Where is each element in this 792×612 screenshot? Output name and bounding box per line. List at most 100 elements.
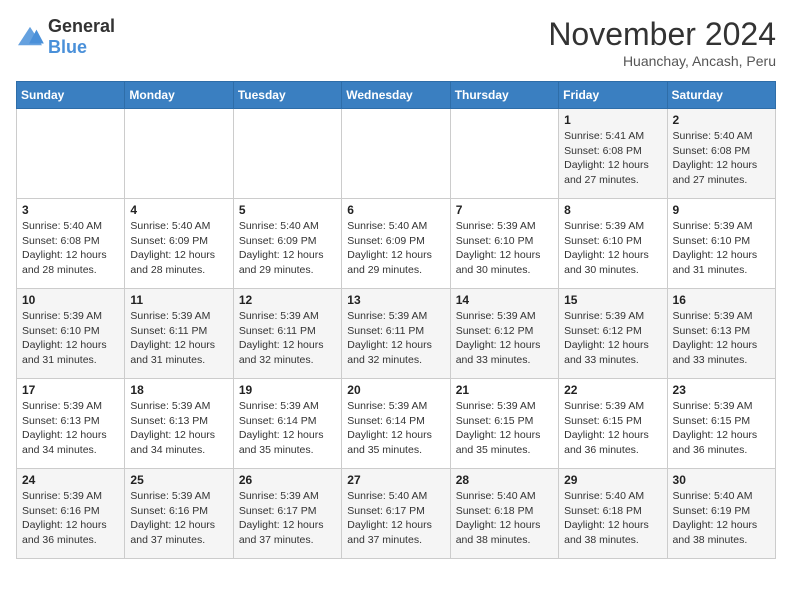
calendar-cell: 29 Sunrise: 5:40 AMSunset: 6:18 PMDayligh… — [559, 469, 667, 559]
day-number: 20 — [347, 383, 444, 397]
day-info: Sunrise: 5:40 AMSunset: 6:09 PMDaylight:… — [347, 219, 444, 278]
day-info: Sunrise: 5:39 AMSunset: 6:11 PMDaylight:… — [130, 309, 227, 368]
calendar-cell: 14 Sunrise: 5:39 AMSunset: 6:12 PMDayligh… — [450, 289, 558, 379]
day-info: Sunrise: 5:39 AMSunset: 6:15 PMDaylight:… — [673, 399, 770, 458]
calendar-cell: 25 Sunrise: 5:39 AMSunset: 6:16 PMDayligh… — [125, 469, 233, 559]
calendar-cell: 3Sunrise: 5:40 AMSunset: 6:08 PMDaylight… — [17, 199, 125, 289]
day-info: Sunrise: 5:40 AMSunset: 6:19 PMDaylight:… — [673, 489, 770, 548]
calendar-cell: 20 Sunrise: 5:39 AMSunset: 6:14 PMDayligh… — [342, 379, 450, 469]
day-info: Sunrise: 5:39 AMSunset: 6:13 PMDaylight:… — [673, 309, 770, 368]
location: Huanchay, Ancash, Peru — [548, 53, 776, 69]
day-number: 24 — [22, 473, 119, 487]
day-number: 7 — [456, 203, 553, 217]
week-row-3: 10 Sunrise: 5:39 AMSunset: 6:10 PMDayligh… — [17, 289, 776, 379]
calendar-cell: 6Sunrise: 5:40 AMSunset: 6:09 PMDaylight… — [342, 199, 450, 289]
dow-header-tuesday: Tuesday — [233, 82, 341, 109]
calendar-cell: 15Sunrise: 5:39 AMSunset: 6:12 PMDayligh… — [559, 289, 667, 379]
calendar-cell: 5 Sunrise: 5:40 AMSunset: 6:09 PMDaylight… — [233, 199, 341, 289]
day-info: Sunrise: 5:40 AMSunset: 6:08 PMDaylight:… — [673, 129, 770, 188]
calendar-cell: 1Sunrise: 5:41 AMSunset: 6:08 PMDaylight… — [559, 109, 667, 199]
dow-header-wednesday: Wednesday — [342, 82, 450, 109]
day-info: Sunrise: 5:40 AMSunset: 6:18 PMDaylight:… — [564, 489, 661, 548]
day-number: 12 — [239, 293, 336, 307]
title-block: November 2024 Huanchay, Ancash, Peru — [548, 16, 776, 69]
dow-header-sunday: Sunday — [17, 82, 125, 109]
calendar-cell: 16 Sunrise: 5:39 AMSunset: 6:13 PMDayligh… — [667, 289, 775, 379]
calendar-cell: 9Sunrise: 5:39 AMSunset: 6:10 PMDaylight… — [667, 199, 775, 289]
day-info: Sunrise: 5:39 AMSunset: 6:16 PMDaylight:… — [130, 489, 227, 548]
day-number: 16 — [673, 293, 770, 307]
day-number: 18 — [130, 383, 227, 397]
day-number: 28 — [456, 473, 553, 487]
calendar-cell: 7Sunrise: 5:39 AMSunset: 6:10 PMDaylight… — [450, 199, 558, 289]
day-number: 25 — [130, 473, 227, 487]
calendar-cell: 24 Sunrise: 5:39 AMSunset: 6:16 PMDayligh… — [17, 469, 125, 559]
calendar-cell: 19 Sunrise: 5:39 AMSunset: 6:14 PMDayligh… — [233, 379, 341, 469]
day-info: Sunrise: 5:40 AMSunset: 6:08 PMDaylight:… — [22, 219, 119, 278]
day-number: 10 — [22, 293, 119, 307]
day-info: Sunrise: 5:39 AMSunset: 6:11 PMDaylight:… — [347, 309, 444, 368]
day-info: Sunrise: 5:39 AMSunset: 6:17 PMDaylight:… — [239, 489, 336, 548]
dow-header-monday: Monday — [125, 82, 233, 109]
day-info: Sunrise: 5:40 AMSunset: 6:09 PMDaylight:… — [239, 219, 336, 278]
day-number: 14 — [456, 293, 553, 307]
calendar-cell: 17Sunrise: 5:39 AMSunset: 6:13 PMDayligh… — [17, 379, 125, 469]
day-number: 27 — [347, 473, 444, 487]
day-info: Sunrise: 5:39 AMSunset: 6:14 PMDaylight:… — [347, 399, 444, 458]
page-header: General Blue November 2024 Huanchay, Anc… — [16, 16, 776, 69]
calendar-cell — [450, 109, 558, 199]
calendar-cell — [342, 109, 450, 199]
day-info: Sunrise: 5:40 AMSunset: 6:09 PMDaylight:… — [130, 219, 227, 278]
day-number: 17 — [22, 383, 119, 397]
logo-icon — [16, 25, 44, 49]
calendar-cell: 18 Sunrise: 5:39 AMSunset: 6:13 PMDayligh… — [125, 379, 233, 469]
week-row-1: 1Sunrise: 5:41 AMSunset: 6:08 PMDaylight… — [17, 109, 776, 199]
week-row-4: 17 Sunrise: 5:39 AMSunset: 6:13 PMDayligh… — [17, 379, 776, 469]
calendar-cell: 22 Sunrise: 5:39 AMSunset: 6:15 PMDayligh… — [559, 379, 667, 469]
calendar-cell: 21 Sunrise: 5:39 AMSunset: 6:15 PMDayligh… — [450, 379, 558, 469]
calendar-cell: 27Sunrise: 5:40 AMSunset: 6:17 PMDayligh… — [342, 469, 450, 559]
calendar-cell: 28 Sunrise: 5:40 AMSunset: 6:18 PMDayligh… — [450, 469, 558, 559]
day-number: 15 — [564, 293, 661, 307]
day-number: 2 — [673, 113, 770, 127]
calendar-cell: 4 Sunrise: 5:40 AMSunset: 6:09 PMDaylight… — [125, 199, 233, 289]
day-info: Sunrise: 5:39 AMSunset: 6:10 PMDaylight:… — [22, 309, 119, 368]
logo: General Blue — [16, 16, 115, 58]
calendar-cell — [125, 109, 233, 199]
day-info: Sunrise: 5:39 AMSunset: 6:16 PMDaylight:… — [22, 489, 119, 548]
calendar-cell: 10 Sunrise: 5:39 AMSunset: 6:10 PMDayligh… — [17, 289, 125, 379]
day-number: 29 — [564, 473, 661, 487]
day-info: Sunrise: 5:39 AMSunset: 6:14 PMDaylight:… — [239, 399, 336, 458]
calendar-cell: 2 Sunrise: 5:40 AMSunset: 6:08 PMDaylight… — [667, 109, 775, 199]
day-number: 22 — [564, 383, 661, 397]
dow-header-friday: Friday — [559, 82, 667, 109]
logo-text-blue: Blue — [48, 37, 87, 57]
month-title: November 2024 — [548, 16, 776, 53]
day-info: Sunrise: 5:39 AMSunset: 6:15 PMDaylight:… — [564, 399, 661, 458]
day-number: 21 — [456, 383, 553, 397]
week-row-5: 24 Sunrise: 5:39 AMSunset: 6:16 PMDayligh… — [17, 469, 776, 559]
day-number: 4 — [130, 203, 227, 217]
day-number: 1 — [564, 113, 661, 127]
day-number: 11 — [130, 293, 227, 307]
calendar-cell: 26Sunrise: 5:39 AMSunset: 6:17 PMDayligh… — [233, 469, 341, 559]
calendar-cell: 13Sunrise: 5:39 AMSunset: 6:11 PMDayligh… — [342, 289, 450, 379]
day-info: Sunrise: 5:39 AMSunset: 6:10 PMDaylight:… — [564, 219, 661, 278]
day-info: Sunrise: 5:40 AMSunset: 6:18 PMDaylight:… — [456, 489, 553, 548]
day-number: 19 — [239, 383, 336, 397]
day-number: 9 — [673, 203, 770, 217]
day-number: 5 — [239, 203, 336, 217]
calendar-cell: 23Sunrise: 5:39 AMSunset: 6:15 PMDayligh… — [667, 379, 775, 469]
dow-header-saturday: Saturday — [667, 82, 775, 109]
logo-text-general: General — [48, 16, 115, 36]
day-info: Sunrise: 5:39 AMSunset: 6:11 PMDaylight:… — [239, 309, 336, 368]
calendar-cell: 30Sunrise: 5:40 AMSunset: 6:19 PMDayligh… — [667, 469, 775, 559]
day-number: 8 — [564, 203, 661, 217]
calendar-body: 1Sunrise: 5:41 AMSunset: 6:08 PMDaylight… — [17, 109, 776, 559]
calendar-cell: 8 Sunrise: 5:39 AMSunset: 6:10 PMDaylight… — [559, 199, 667, 289]
day-info: Sunrise: 5:39 AMSunset: 6:12 PMDaylight:… — [456, 309, 553, 368]
day-info: Sunrise: 5:39 AMSunset: 6:15 PMDaylight:… — [456, 399, 553, 458]
calendar: SundayMondayTuesdayWednesdayThursdayFrid… — [16, 81, 776, 559]
day-info: Sunrise: 5:39 AMSunset: 6:13 PMDaylight:… — [130, 399, 227, 458]
calendar-cell: 12 Sunrise: 5:39 AMSunset: 6:11 PMDayligh… — [233, 289, 341, 379]
